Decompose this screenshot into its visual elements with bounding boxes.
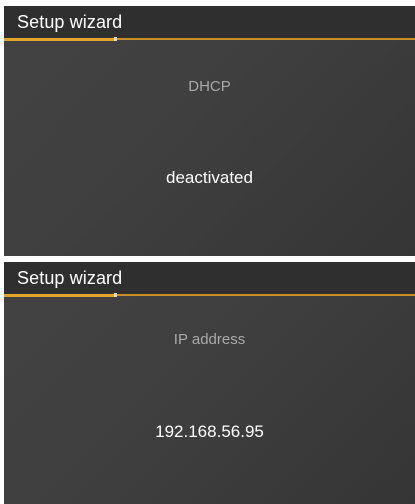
setup-wizard-screen-ip-address: Setup wizard IP address 192.168.56.95 xyxy=(4,262,415,504)
setting-value[interactable]: deactivated xyxy=(4,168,415,188)
progress-fill xyxy=(4,294,115,297)
progress-fill xyxy=(4,38,115,41)
progress-marker xyxy=(114,37,117,41)
setting-value[interactable]: 192.168.56.95 xyxy=(4,422,415,442)
wizard-title: Setup wizard xyxy=(17,268,123,288)
wizard-progress-bar xyxy=(4,293,415,297)
setting-caption: DHCP xyxy=(188,78,231,95)
setup-wizard-screen-dhcp: Setup wizard DHCP deactivated xyxy=(4,6,415,256)
wizard-progress-bar xyxy=(4,37,415,41)
progress-marker xyxy=(114,293,117,297)
wizard-title: Setup wizard xyxy=(17,12,123,32)
title-bar: Setup wizard xyxy=(4,6,415,41)
setting-caption: IP address xyxy=(173,331,246,348)
title-bar: Setup wizard xyxy=(4,262,415,297)
